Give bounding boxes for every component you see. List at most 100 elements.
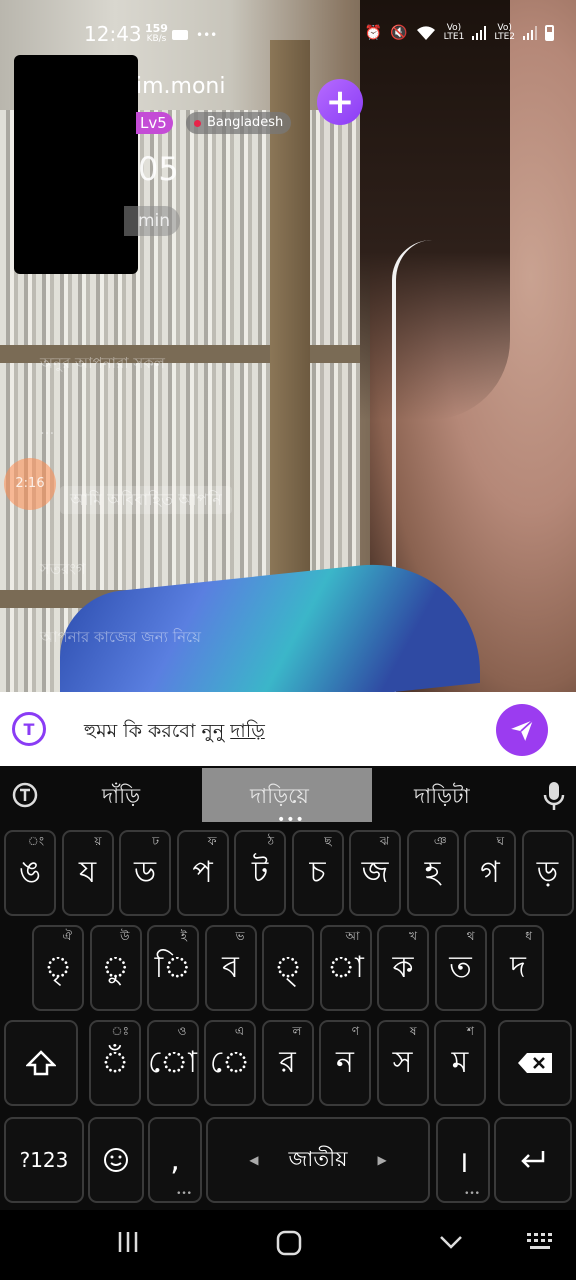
key-hint: খ [409,929,417,943]
letter-key[interactable]: ঐৃ [32,925,84,1011]
key-label: ে [209,1044,251,1080]
letter-key[interactable]: ওো [146,1020,199,1106]
letter-key[interactable]: ঃঁ [89,1020,141,1106]
key-hint: ভ [235,929,245,943]
send-button[interactable] [496,704,548,756]
space-label: জাতীয় [288,1146,348,1171]
key-label: ড [133,854,157,890]
letter-key[interactable]: খক [377,925,429,1011]
key-label: ঁ [100,1044,130,1080]
letter-key[interactable]: থত [434,925,487,1011]
space-key[interactable]: ◀ জাতীয় ▶ [206,1117,430,1203]
key-hint: ল [292,1024,302,1038]
left-arrow-icon: ◀ [249,1153,259,1167]
letter-key[interactable]: ধদ [492,925,544,1011]
microphone-icon[interactable] [541,780,567,812]
status-bar: 12:43 159 KB/s ••• ⏰ 🔇 Vo) LTE1 Vo) LTE2 [0,18,576,54]
video-camera-icon [172,30,188,40]
key-hint: ই [180,929,187,943]
more-suggestions-icon: ••• [277,812,305,828]
recent-apps-icon[interactable] [116,1230,140,1254]
letter-key[interactable]: ণন [319,1020,371,1106]
letter-key[interactable]: লর [261,1020,314,1106]
key-label: ো [148,1044,197,1080]
letter-key[interactable]: এে [204,1020,256,1106]
letter-key[interactable]: ফপ [176,830,229,916]
letter-key[interactable]: ্ [262,925,314,1011]
plus-icon: + [325,82,355,122]
letter-key[interactable]: ছচ [291,830,344,916]
key-hint: ঝ [379,834,389,848]
letter-key[interactable]: ইি [147,925,199,1011]
country-badge: Bangladesh [186,112,292,134]
keyboard-switch-icon[interactable] [526,1230,556,1254]
smiley-icon [104,1148,128,1172]
letter-key[interactable]: উু [89,925,142,1011]
chat-timer: 2:16 [4,458,56,510]
key-label: প [192,854,213,890]
stream-duration: min [124,206,181,236]
key-label: ু [101,949,130,985]
key-label: ম [451,1044,469,1080]
shift-key[interactable] [4,1020,78,1106]
host-name[interactable]: im.moni [136,74,225,99]
host-avatar-redacted[interactable] [14,55,138,274]
suggestion-1[interactable]: দাঁড়ি [102,780,140,815]
letter-key[interactable]: য় য [61,830,114,916]
enter-key[interactable] [494,1117,572,1203]
letter-key[interactable]: ঠট [234,830,286,916]
key-hint: ও [177,1024,187,1038]
composing-word: দাড়ি [230,720,265,742]
key-hint: ঞ [433,834,447,848]
letter-key[interactable]: আা [319,925,372,1011]
backspace-key[interactable] [498,1020,572,1106]
chat-message: ... [40,420,55,438]
chat-bubble: আমি অবিবাহিত আপনি [60,486,232,514]
key-label: ্ [273,949,303,985]
suggestion-3[interactable]: দাড়িটা [414,780,470,815]
numbers-key[interactable]: ?123 [4,1117,84,1203]
letter-key[interactable]: ঘগ [464,830,516,916]
key-label: ৃ [43,949,73,985]
key-label: ড় [536,854,559,890]
back-hide-keyboard-icon[interactable] [438,1230,464,1254]
letter-key[interactable]: ং ঙ [4,830,56,916]
wifi-icon [416,26,435,40]
letter-key[interactable]: শম [434,1020,486,1106]
follow-button[interactable]: + [317,79,363,125]
home-icon[interactable] [276,1230,302,1256]
letter-key[interactable]: ড় [521,830,574,916]
letter-key[interactable]: ভব [204,925,257,1011]
letter-key[interactable]: ঝজ [349,830,401,916]
lte1-label: Vo) LTE1 [443,23,465,42]
letter-key[interactable]: ঞহ [406,830,459,916]
key-hint: ধ [525,929,532,943]
network-speed: 159 KB/s [145,22,168,44]
letter-key[interactable]: ষস [376,1020,429,1106]
suggestion-2[interactable]: দাড়িয়ে [250,780,309,815]
key-hint: য় [94,834,102,848]
key-hint: ঐ [62,929,72,943]
key-hint: ছ [324,834,332,848]
more-dots-icon: ••• [196,28,218,42]
key-label: ক [392,949,414,985]
signal-1-icon [472,26,487,40]
key-label: া [327,949,364,985]
country-label: Bangladesh [207,115,284,130]
key-label: ন [336,1044,354,1080]
emoji-key[interactable] [88,1117,144,1203]
alarm-icon: ⏰ [364,25,383,41]
enter-icon [521,1151,545,1168]
country-flag-icon [194,119,201,127]
key-label: ট [251,854,269,890]
period-key[interactable]: । ••• [436,1117,490,1203]
comma-key[interactable]: , ••• [148,1117,202,1203]
emoji-toggle-icon[interactable] [10,780,40,810]
key-hint: থ [466,929,475,943]
key-label: য [78,854,97,890]
key-label: ঙ [18,854,41,890]
message-input[interactable]: হুমম কি করবো নুনু দাড়ি [84,717,265,749]
translate-icon[interactable]: T [12,712,46,746]
chat-message: আপনার কাজের জন্য নিয়ে [40,628,201,646]
letter-key[interactable]: ঢড [119,830,171,916]
